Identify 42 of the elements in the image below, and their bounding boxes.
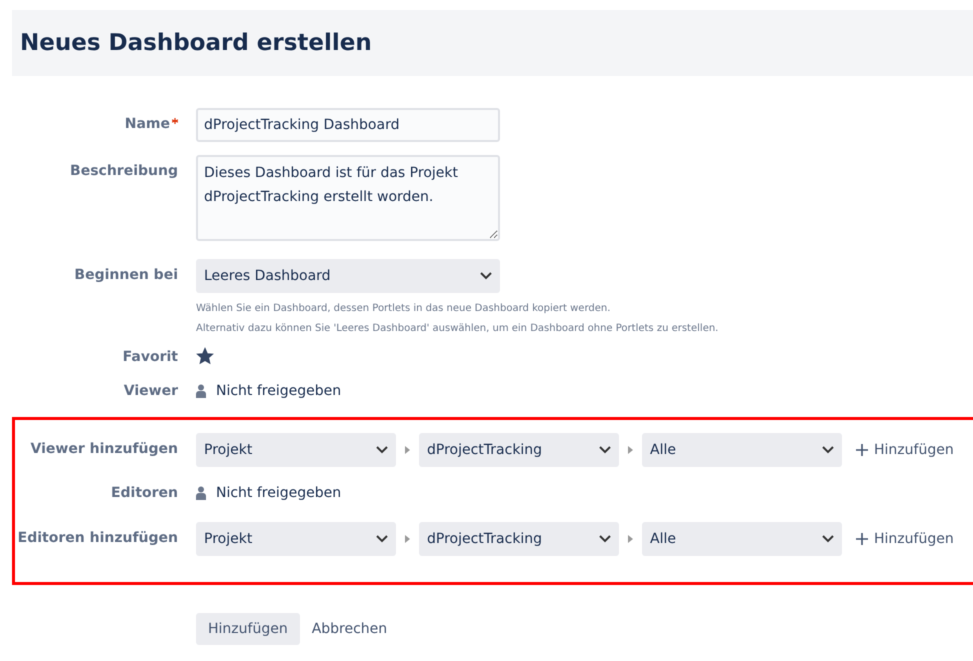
field-label: Editoren [110,485,178,501]
field-label: Name [124,116,178,132]
add-link[interactable]: Hinzufügen [856,531,954,547]
input-field[interactable]: dProjectTracking Dashboard [196,108,500,142]
field-label: Viewer [124,383,178,399]
dropdown[interactable]: Projekt [196,522,396,556]
chevron-icon [599,535,611,543]
cancel-link[interactable]: Abbrechen [302,621,398,637]
field-label: Editoren hinzufügen [18,530,178,546]
chevron-icon [376,535,388,543]
sharing-status: Nicht freigegeben [216,383,342,399]
star-icon[interactable] [196,347,214,365]
caret-icon [628,535,633,543]
chevron-icon [599,446,611,454]
dropdown[interactable]: dProjectTracking [419,522,619,556]
page-title: Neues Dashboard erstellen [20,30,372,56]
dropdown[interactable]: Leeres Dashboard [196,259,500,293]
field-label: Beginnen bei [74,267,178,283]
person-icon [196,384,206,398]
dropdown[interactable]: Projekt [196,433,396,467]
caret-icon [405,535,410,543]
chevron-icon [480,272,492,280]
chevron-icon [376,446,388,454]
help-text: Alternativ dazu können Sie 'Leeres Dashboard' auswählen, um ein Dashboard ohne Portlets zu erstellen. [196,323,718,334]
caret-icon [405,446,410,454]
submit-button[interactable]: Hinzufügen [196,613,300,645]
person-icon [196,486,206,500]
chevron-icon [822,446,834,454]
dropdown[interactable]: Alle [642,433,842,467]
help-text: Wählen Sie ein Dashboard, dessen Portlets in das neue Dashboard kopiert werden. [196,303,612,314]
dropdown[interactable]: Alle [642,522,842,556]
plus-icon [856,533,868,545]
sharing-status: Nicht freigegeben [216,485,342,501]
plus-icon [856,444,868,456]
add-link[interactable]: Hinzufügen [856,442,954,458]
text-area[interactable]: Dieses Dashboard ist für das Projekt dProjectTracking erstellt worden. [196,155,500,241]
dropdown[interactable]: dProjectTracking [419,433,619,467]
field-label: Favorit [122,349,178,365]
caret-icon [628,446,633,454]
chevron-icon [822,535,834,543]
field-label: Beschreibung [70,163,178,179]
field-label: Viewer hinzufügen [30,441,178,457]
